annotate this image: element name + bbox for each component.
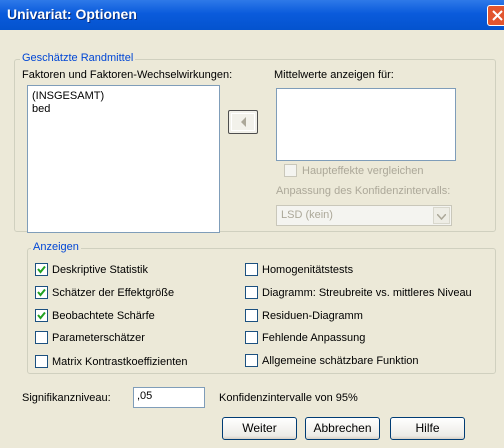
- means-label: Mittelwerte anzeigen für:: [274, 69, 394, 81]
- ci-text: Konfidenzintervalle von 95%: [219, 392, 358, 404]
- checkbox[interactable]: [35, 355, 48, 368]
- checkbox[interactable]: [35, 286, 48, 299]
- checkbox[interactable]: [245, 263, 258, 276]
- signif-value: ,05: [137, 390, 153, 402]
- means-list[interactable]: [276, 88, 456, 161]
- checkmark-icon: [37, 288, 46, 297]
- option-label: Beobachtete Schärfe: [52, 310, 155, 322]
- checkmark-icon: [37, 265, 46, 274]
- ci-adjust-label: Anpassung des Konfidenzintervalls:: [276, 185, 451, 197]
- signif-input[interactable]: ,05: [133, 387, 205, 408]
- list-item[interactable]: (INSGESAMT): [28, 90, 219, 103]
- weiter-button[interactable]: Weiter: [222, 417, 297, 440]
- randmittel-legend: Geschätzte Randmittel: [20, 52, 136, 64]
- checkbox[interactable]: [35, 263, 48, 276]
- arrow-left-icon: [241, 117, 246, 127]
- abbrechen-button[interactable]: Abbrechen: [305, 417, 380, 440]
- option-label: Fehlende Anpassung: [262, 332, 366, 344]
- checkbox[interactable]: [245, 331, 258, 344]
- option-label: Homogenitätstests: [262, 264, 354, 276]
- chevron-down-icon: [437, 214, 446, 220]
- option-label: Diagramm: Streubreite vs. mittleres Nive…: [262, 287, 472, 299]
- checkbox[interactable]: [35, 309, 48, 322]
- list-item[interactable]: bed: [28, 103, 219, 116]
- checkbox[interactable]: [245, 354, 258, 367]
- factors-list[interactable]: (INSGESAMT) bed: [27, 85, 220, 233]
- dialog-body: Geschätzte Randmittel Faktoren und Fakto…: [0, 30, 504, 448]
- compare-checkbox[interactable]: [284, 164, 297, 177]
- option-label: Residuen-Diagramm: [262, 310, 363, 322]
- ci-adjust-value: LSD (kein): [281, 209, 333, 221]
- factors-label: Faktoren und Faktoren-Wechselwirkungen:: [22, 69, 233, 81]
- option-label: Deskriptive Statistik: [52, 264, 148, 276]
- move-left-button[interactable]: [228, 110, 258, 134]
- option-label: Schätzer der Effektgröße: [52, 287, 175, 299]
- checkmark-icon: [37, 311, 46, 320]
- title-bar: Univariat: Optionen: [0, 0, 504, 30]
- close-icon: [492, 10, 503, 21]
- window-title: Univariat: Optionen: [7, 6, 137, 22]
- close-button[interactable]: [487, 5, 504, 26]
- checkbox[interactable]: [35, 331, 48, 344]
- checkbox[interactable]: [245, 286, 258, 299]
- option-label: Matrix Kontrastkoeffizienten: [52, 356, 188, 368]
- option-label: Allgemeine schätzbare Funktion: [262, 355, 419, 367]
- signif-label: Signifikanzniveau:: [22, 392, 111, 404]
- checkbox[interactable]: [245, 309, 258, 322]
- dropdown-button[interactable]: [433, 207, 450, 224]
- ci-adjust-select[interactable]: LSD (kein): [276, 205, 452, 226]
- anzeigen-legend: Anzeigen: [31, 241, 81, 253]
- option-label: Parameterschätzer: [52, 332, 145, 344]
- compare-label: Haupteffekte vergleichen: [302, 165, 424, 177]
- hilfe-button[interactable]: Hilfe: [390, 417, 465, 440]
